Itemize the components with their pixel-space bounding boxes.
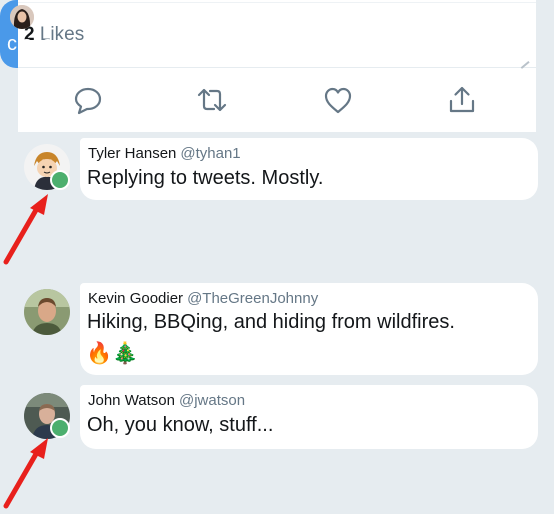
tweet-card: 2 Likes (18, 0, 536, 132)
my-name: You (44, 7, 70, 24)
annotation-arrow-icon (3, 438, 48, 509)
message-text: Oh, you know, stuff... (87, 414, 274, 436)
avatar[interactable] (24, 289, 70, 335)
sender: Kevin Goodier @TheGreenJohnny (88, 290, 318, 307)
retweet-icon (197, 88, 227, 112)
sender-name: John Watson (88, 392, 175, 409)
message-bubble[interactable]: Tyler Hansen @tyhan1 Replying to tweets. … (80, 138, 538, 200)
online-status-indicator (50, 170, 70, 190)
sender-handle[interactable]: @TheGreenJohnny (187, 290, 318, 307)
divider (18, 2, 536, 3)
annotation-arrow-icon (3, 194, 48, 265)
reply-button[interactable] (72, 84, 104, 116)
reply-icon (74, 87, 102, 115)
retweet-button[interactable] (196, 84, 228, 116)
share-icon (449, 86, 475, 113)
avatar-kevin-image (24, 289, 70, 335)
sender-handle[interactable]: @jwatson (179, 392, 245, 409)
sender-handle[interactable]: @tyhan1 (180, 145, 240, 162)
message-text: Hiking, BBQing, and hiding from wildfire… (87, 311, 455, 333)
message-text: Replying to tweets. Mostly. (87, 167, 324, 189)
message-bubble[interactable]: John Watson @jwatson Oh, you know, stuff.… (80, 385, 538, 449)
divider (18, 67, 536, 68)
emoji-row: 🔥🎄 (86, 342, 139, 365)
my-avatar (10, 5, 34, 29)
share-button[interactable] (446, 84, 478, 116)
sender: John Watson @jwatson (88, 392, 245, 409)
sender-name: Tyler Hansen (88, 145, 177, 162)
sender: Tyler Hansen @tyhan1 (88, 145, 241, 162)
avatar-you-image (10, 5, 34, 29)
like-button[interactable] (322, 84, 354, 116)
my-message-text: classic (7, 33, 68, 55)
message-bubble[interactable]: Kevin Goodier @TheGreenJohnny Hiking, BBQ… (80, 283, 538, 375)
sender-name: Kevin Goodier (88, 290, 184, 307)
heart-icon (324, 87, 352, 114)
